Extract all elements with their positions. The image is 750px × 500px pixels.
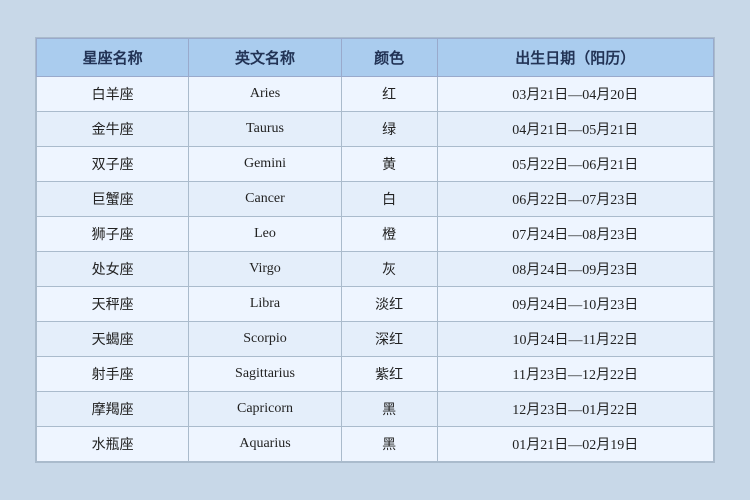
table-cell-r10-c3: 01月21日—02月19日 (437, 427, 713, 462)
table-cell-r1-c3: 04月21日—05月21日 (437, 112, 713, 147)
table-cell-r2-c2: 黄 (341, 147, 437, 182)
table-header-row: 星座名称英文名称颜色出生日期（阳历） (37, 39, 714, 77)
zodiac-table: 星座名称英文名称颜色出生日期（阳历） 白羊座Aries红03月21日—04月20… (36, 38, 714, 462)
table-cell-r5-c2: 灰 (341, 252, 437, 287)
table-row: 白羊座Aries红03月21日—04月20日 (37, 77, 714, 112)
table-cell-r10-c0: 水瓶座 (37, 427, 189, 462)
zodiac-table-container: 星座名称英文名称颜色出生日期（阳历） 白羊座Aries红03月21日—04月20… (35, 37, 715, 463)
table-cell-r9-c3: 12月23日—01月22日 (437, 392, 713, 427)
column-header-3: 出生日期（阳历） (437, 39, 713, 77)
table-row: 摩羯座Capricorn黑12月23日—01月22日 (37, 392, 714, 427)
table-cell-r8-c1: Sagittarius (189, 357, 341, 392)
table-cell-r3-c0: 巨蟹座 (37, 182, 189, 217)
table-row: 金牛座Taurus绿04月21日—05月21日 (37, 112, 714, 147)
table-cell-r10-c2: 黑 (341, 427, 437, 462)
table-cell-r5-c0: 处女座 (37, 252, 189, 287)
table-cell-r2-c3: 05月22日—06月21日 (437, 147, 713, 182)
table-row: 天秤座Libra淡红09月24日—10月23日 (37, 287, 714, 322)
table-row: 处女座Virgo灰08月24日—09月23日 (37, 252, 714, 287)
table-cell-r9-c1: Capricorn (189, 392, 341, 427)
table-cell-r4-c1: Leo (189, 217, 341, 252)
column-header-2: 颜色 (341, 39, 437, 77)
table-cell-r8-c2: 紫红 (341, 357, 437, 392)
table-cell-r0-c3: 03月21日—04月20日 (437, 77, 713, 112)
table-cell-r0-c1: Aries (189, 77, 341, 112)
column-header-0: 星座名称 (37, 39, 189, 77)
table-cell-r7-c3: 10月24日—11月22日 (437, 322, 713, 357)
table-body: 白羊座Aries红03月21日—04月20日金牛座Taurus绿04月21日—0… (37, 77, 714, 462)
table-cell-r8-c3: 11月23日—12月22日 (437, 357, 713, 392)
table-cell-r5-c3: 08月24日—09月23日 (437, 252, 713, 287)
table-row: 双子座Gemini黄05月22日—06月21日 (37, 147, 714, 182)
table-cell-r3-c2: 白 (341, 182, 437, 217)
table-row: 巨蟹座Cancer白06月22日—07月23日 (37, 182, 714, 217)
table-cell-r5-c1: Virgo (189, 252, 341, 287)
column-header-1: 英文名称 (189, 39, 341, 77)
table-cell-r2-c0: 双子座 (37, 147, 189, 182)
table-cell-r4-c2: 橙 (341, 217, 437, 252)
table-row: 水瓶座Aquarius黑01月21日—02月19日 (37, 427, 714, 462)
table-cell-r3-c3: 06月22日—07月23日 (437, 182, 713, 217)
table-cell-r0-c0: 白羊座 (37, 77, 189, 112)
table-cell-r6-c3: 09月24日—10月23日 (437, 287, 713, 322)
table-cell-r1-c2: 绿 (341, 112, 437, 147)
table-cell-r0-c2: 红 (341, 77, 437, 112)
table-row: 天蝎座Scorpio深红10月24日—11月22日 (37, 322, 714, 357)
table-cell-r6-c2: 淡红 (341, 287, 437, 322)
table-cell-r9-c2: 黑 (341, 392, 437, 427)
table-cell-r2-c1: Gemini (189, 147, 341, 182)
table-cell-r6-c1: Libra (189, 287, 341, 322)
table-cell-r4-c3: 07月24日—08月23日 (437, 217, 713, 252)
table-cell-r1-c1: Taurus (189, 112, 341, 147)
table-cell-r8-c0: 射手座 (37, 357, 189, 392)
table-cell-r7-c0: 天蝎座 (37, 322, 189, 357)
table-cell-r9-c0: 摩羯座 (37, 392, 189, 427)
table-cell-r10-c1: Aquarius (189, 427, 341, 462)
table-cell-r7-c2: 深红 (341, 322, 437, 357)
table-cell-r6-c0: 天秤座 (37, 287, 189, 322)
table-cell-r1-c0: 金牛座 (37, 112, 189, 147)
table-cell-r3-c1: Cancer (189, 182, 341, 217)
table-cell-r4-c0: 狮子座 (37, 217, 189, 252)
table-row: 狮子座Leo橙07月24日—08月23日 (37, 217, 714, 252)
table-row: 射手座Sagittarius紫红11月23日—12月22日 (37, 357, 714, 392)
table-cell-r7-c1: Scorpio (189, 322, 341, 357)
